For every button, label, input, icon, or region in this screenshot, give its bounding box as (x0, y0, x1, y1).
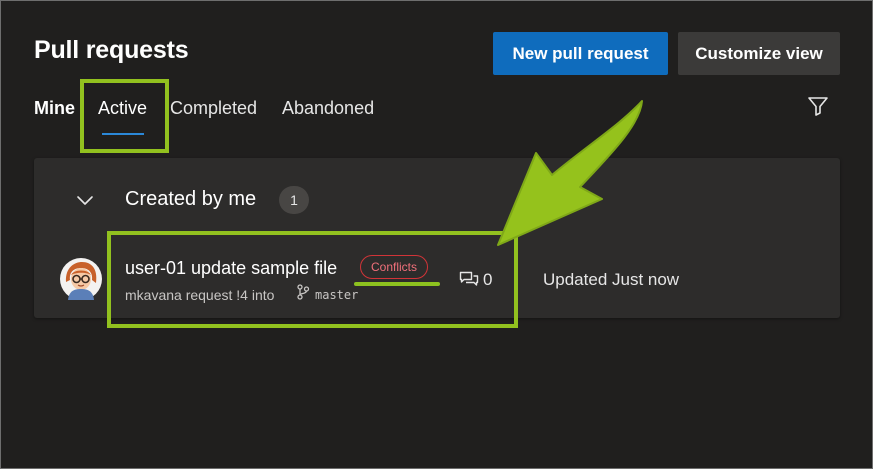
tab-abandoned[interactable]: Abandoned (282, 96, 374, 120)
tab-mine[interactable]: Mine (34, 96, 75, 120)
updated-timestamp: Updated Just now (543, 270, 680, 289)
annotation-arrow-icon (497, 100, 643, 246)
group-title[interactable]: Created by me (125, 188, 256, 211)
avatar (60, 258, 102, 300)
pull-request-highlight (107, 231, 518, 328)
active-tab-highlight (80, 79, 169, 153)
customize-view-button[interactable]: Customize view (678, 32, 840, 75)
new-pull-request-button[interactable]: New pull request (493, 32, 668, 75)
chevron-down-icon[interactable] (76, 191, 94, 209)
group-count-badge: 1 (279, 186, 309, 214)
conflicts-underline-annotation (354, 282, 440, 286)
tab-completed[interactable]: Completed (170, 96, 257, 120)
filter-icon[interactable] (806, 94, 830, 118)
page-title: Pull requests (34, 36, 189, 64)
